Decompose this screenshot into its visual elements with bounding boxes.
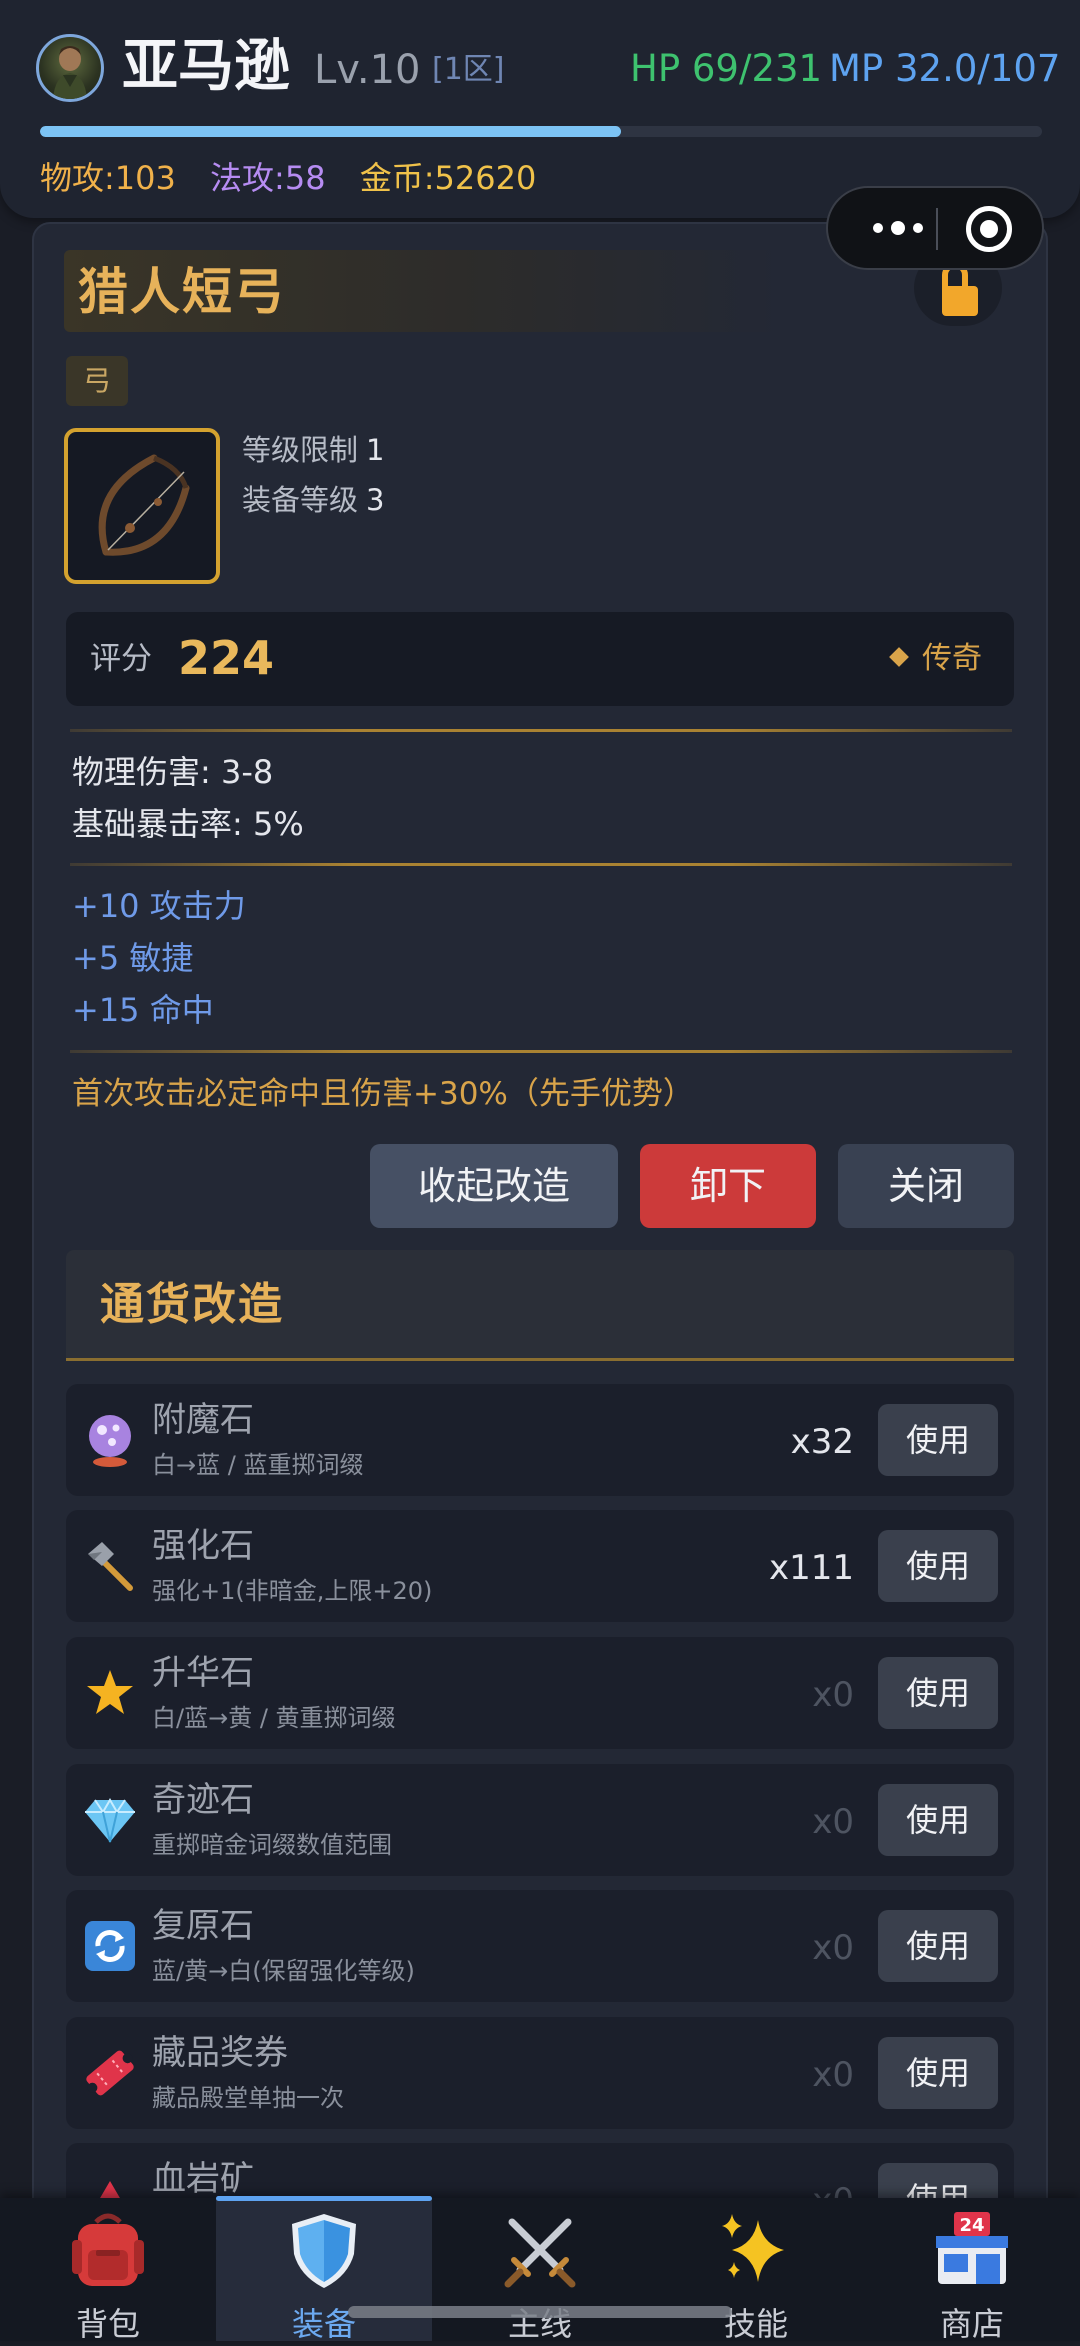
tab-skills[interactable]: 技能 bbox=[648, 2198, 864, 2343]
currency-count: x32 bbox=[790, 1422, 854, 1462]
item-name: 猎人短弓 bbox=[78, 263, 286, 321]
more-dot-icon bbox=[913, 223, 923, 233]
base-property: 基础暴击率: 5% bbox=[72, 805, 304, 843]
physical-attack-stat: 物攻:103 bbox=[40, 159, 176, 197]
equip-level: 装备等级 3 bbox=[242, 480, 384, 520]
home-indicator[interactable] bbox=[348, 2306, 732, 2318]
rarity-text: 传奇 bbox=[922, 641, 982, 676]
item-type-badge: 弓 bbox=[66, 356, 128, 406]
tab-main-quest[interactable]: 主线 bbox=[432, 2198, 648, 2343]
currency-desc: 藏品殿堂单抽一次 bbox=[152, 2084, 344, 2112]
use-button[interactable]: 使用 bbox=[878, 1910, 998, 1982]
currency-desc: 蓝/黄→白(保留强化等级) bbox=[152, 1957, 415, 1985]
currency-row-strengthen: 强化石 强化+1(非暗金,上限+20) x111 使用 bbox=[66, 1510, 1014, 1622]
hammer-icon bbox=[82, 1538, 138, 1594]
tab-equipment[interactable]: 装备 bbox=[216, 2196, 432, 2343]
equip-level-value: 3 bbox=[366, 483, 385, 517]
currency-name: 藏品奖券 bbox=[152, 2033, 288, 2073]
unequip-button[interactable]: 卸下 bbox=[640, 1144, 816, 1228]
refresh-icon bbox=[82, 1918, 138, 1974]
crossed-swords-icon bbox=[500, 2210, 580, 2290]
use-button[interactable]: 使用 bbox=[878, 1784, 998, 1856]
miniprogram-capsule bbox=[826, 186, 1044, 270]
rarity-label: 传奇 bbox=[889, 638, 982, 680]
currency-row-restore: 复原石 蓝/黄→白(保留强化等级) x0 使用 bbox=[66, 1890, 1014, 2002]
level-requirement: 等级限制 1 bbox=[242, 430, 384, 470]
use-button[interactable]: 使用 bbox=[878, 2037, 998, 2109]
currency-desc: 白/蓝→黄 / 黄重掷词缀 bbox=[152, 1704, 396, 1732]
currency-count: x0 bbox=[812, 1802, 854, 1842]
hp-value: HP 69/231 bbox=[630, 47, 823, 90]
currency-name: 复原石 bbox=[152, 1906, 254, 1946]
tab-store[interactable]: 24 商店 bbox=[864, 2198, 1080, 2343]
currency-name: 强化石 bbox=[152, 1526, 254, 1566]
currency-name: 奇迹石 bbox=[152, 1780, 254, 1820]
currency-row-ascend: 升华石 白/蓝→黄 / 黄重掷词缀 x0 使用 bbox=[66, 1637, 1014, 1749]
ticket-icon bbox=[82, 2045, 138, 2101]
star-icon bbox=[82, 1665, 138, 1721]
tab-label: 背包 bbox=[75, 2305, 140, 2343]
player-avatar[interactable] bbox=[36, 34, 104, 102]
divider bbox=[70, 729, 1012, 732]
hp-bar bbox=[40, 126, 1042, 137]
more-dot-icon bbox=[891, 221, 905, 235]
currency-desc: 强化+1(非暗金,上限+20) bbox=[152, 1577, 433, 1605]
bow-icon bbox=[64, 428, 220, 584]
tab-backpack[interactable]: 背包 bbox=[0, 2198, 216, 2343]
player-name: 亚马逊 bbox=[122, 34, 290, 99]
more-menu-button[interactable] bbox=[858, 188, 938, 268]
hp-bar-fill bbox=[40, 126, 622, 137]
server-tag: [1区] bbox=[432, 52, 505, 87]
collapse-reforge-button[interactable]: 收起改造 bbox=[370, 1144, 618, 1228]
equip-level-label: 装备等级 bbox=[242, 483, 359, 517]
score-value: 224 bbox=[178, 631, 275, 685]
stats-row: 物攻:103 法攻:58 金币:52620 bbox=[40, 156, 560, 200]
store-icon: 24 bbox=[932, 2210, 1012, 2290]
lock-body-icon bbox=[942, 286, 978, 316]
level-requirement-value: 1 bbox=[366, 433, 385, 467]
currency-count: x0 bbox=[812, 1675, 854, 1715]
base-property: 物理伤害: 3-8 bbox=[72, 753, 274, 791]
gold-stat: 金币:52620 bbox=[359, 159, 537, 197]
diamond-icon bbox=[889, 646, 909, 667]
affix-line: +15 命中 bbox=[72, 991, 214, 1029]
currency-row-ticket: 藏品奖券 藏品殿堂单抽一次 x0 使用 bbox=[66, 2017, 1014, 2129]
sparkles-icon bbox=[716, 2210, 796, 2290]
crystal-ball-icon bbox=[82, 1412, 138, 1468]
close-button[interactable]: 关闭 bbox=[838, 1144, 1014, 1228]
currency-count: x0 bbox=[812, 1928, 854, 1968]
currency-count: x0 bbox=[812, 2055, 854, 2095]
affix-line: +10 攻击力 bbox=[72, 887, 246, 925]
use-button[interactable]: 使用 bbox=[878, 1530, 998, 1602]
currency-row-enchant: 附魔石 白→蓝 / 蓝重掷词缀 x32 使用 bbox=[66, 1384, 1014, 1496]
level-requirement-label: 等级限制 bbox=[242, 433, 359, 467]
currency-section-title: 通货改造 bbox=[100, 1279, 284, 1330]
player-level: Lv.10 bbox=[314, 47, 421, 93]
bottom-tab-bar: 背包 装备 主线 技能 24 商店 bbox=[0, 2196, 1080, 2343]
currency-count: x111 bbox=[768, 1548, 854, 1588]
divider bbox=[70, 1050, 1012, 1053]
magic-attack-stat: 法攻:58 bbox=[210, 159, 326, 197]
currency-name: 升华石 bbox=[152, 1653, 254, 1693]
score-label: 评分 bbox=[90, 641, 152, 677]
affix-line: +5 敏捷 bbox=[72, 939, 194, 977]
backpack-icon bbox=[68, 2210, 148, 2290]
unique-effect: 首次攻击必定命中且伤害+30%（先手优势） bbox=[72, 1076, 694, 1112]
mp-value: MP 32.0/107 bbox=[829, 47, 1061, 90]
shield-icon bbox=[284, 2210, 364, 2290]
close-miniprogram-icon[interactable] bbox=[966, 206, 1012, 252]
currency-desc: 重掷暗金词缀数值范围 bbox=[152, 1831, 392, 1859]
use-button[interactable]: 使用 bbox=[878, 1404, 998, 1476]
currency-row-miracle: 奇迹石 重掷暗金词缀数值范围 x0 使用 bbox=[66, 1764, 1014, 1876]
currency-desc: 白→蓝 / 蓝重掷词缀 bbox=[152, 1451, 364, 1479]
gem-icon bbox=[82, 1792, 138, 1848]
divider bbox=[70, 863, 1012, 866]
use-button[interactable]: 使用 bbox=[878, 1657, 998, 1729]
capsule-divider bbox=[936, 208, 938, 250]
currency-name: 附魔石 bbox=[152, 1400, 254, 1440]
more-dots-icon bbox=[873, 223, 883, 233]
tab-label: 商店 bbox=[939, 2305, 1004, 2343]
svg-text:24: 24 bbox=[959, 2215, 984, 2236]
divider bbox=[66, 1358, 1014, 1361]
